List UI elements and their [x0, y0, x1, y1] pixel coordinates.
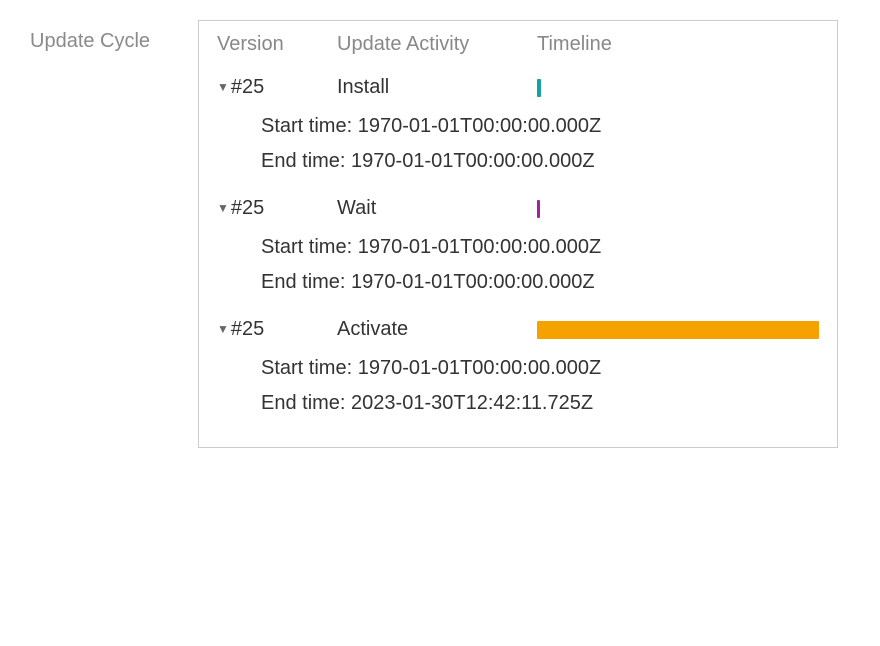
col-version-header: Version [217, 33, 337, 66]
end-time-label: End time: [261, 392, 345, 414]
version-cell[interactable]: ▼#25 [217, 197, 337, 220]
end-time-value: 1970-01-01T00:00:00.000Z [351, 150, 595, 172]
version-cell[interactable]: ▼#25 [217, 76, 337, 99]
start-time-value: 1970-01-01T00:00:00.000Z [358, 236, 602, 258]
start-time: Start time: 1970-01-01T00:00:00.000Z [261, 109, 819, 144]
update-cycle-panel: Version Update Activity Timeline ▼#25Ins… [198, 20, 838, 448]
table-row: ▼#25Activate [217, 308, 819, 343]
end-time-value: 1970-01-01T00:00:00.000Z [351, 271, 595, 293]
start-time-label: Start time: [261, 115, 352, 137]
activity-cell: Activate [337, 318, 537, 341]
version-text: #25 [231, 76, 264, 99]
start-time-value: 1970-01-01T00:00:00.000Z [358, 357, 602, 379]
start-time: Start time: 1970-01-01T00:00:00.000Z [261, 351, 819, 386]
start-time-label: Start time: [261, 357, 352, 379]
timeline-cell [537, 200, 819, 218]
table-row: ▼#25Install [217, 66, 819, 101]
version-text: #25 [231, 318, 264, 341]
version-text: #25 [231, 197, 264, 220]
time-details: Start time: 1970-01-01T00:00:00.000ZEnd … [217, 343, 819, 429]
end-time: End time: 1970-01-01T00:00:00.000Z [261, 265, 819, 300]
activity-cell: Install [337, 76, 537, 99]
timeline-bar [537, 200, 540, 218]
chevron-down-icon[interactable]: ▼ [217, 202, 229, 214]
end-time: End time: 2023-01-30T12:42:11.725Z [261, 386, 819, 421]
start-time-label: Start time: [261, 236, 352, 258]
end-time-label: End time: [261, 271, 345, 293]
activity-cell: Wait [337, 197, 537, 220]
section-label: Update Cycle [30, 20, 170, 53]
timeline-bar [537, 321, 819, 339]
start-time-value: 1970-01-01T00:00:00.000Z [358, 115, 602, 137]
timeline-cell [537, 79, 819, 97]
timeline-bar [537, 79, 541, 97]
chevron-down-icon[interactable]: ▼ [217, 81, 229, 93]
version-cell[interactable]: ▼#25 [217, 318, 337, 341]
table-row: ▼#25Wait [217, 187, 819, 222]
end-time-label: End time: [261, 150, 345, 172]
end-time-value: 2023-01-30T12:42:11.725Z [351, 392, 593, 414]
timeline-cell [537, 321, 819, 339]
time-details: Start time: 1970-01-01T00:00:00.000ZEnd … [217, 101, 819, 187]
end-time: End time: 1970-01-01T00:00:00.000Z [261, 144, 819, 179]
col-activity-header: Update Activity [337, 33, 537, 66]
col-timeline-header: Timeline [537, 33, 819, 66]
start-time: Start time: 1970-01-01T00:00:00.000Z [261, 230, 819, 265]
chevron-down-icon[interactable]: ▼ [217, 323, 229, 335]
time-details: Start time: 1970-01-01T00:00:00.000ZEnd … [217, 222, 819, 308]
